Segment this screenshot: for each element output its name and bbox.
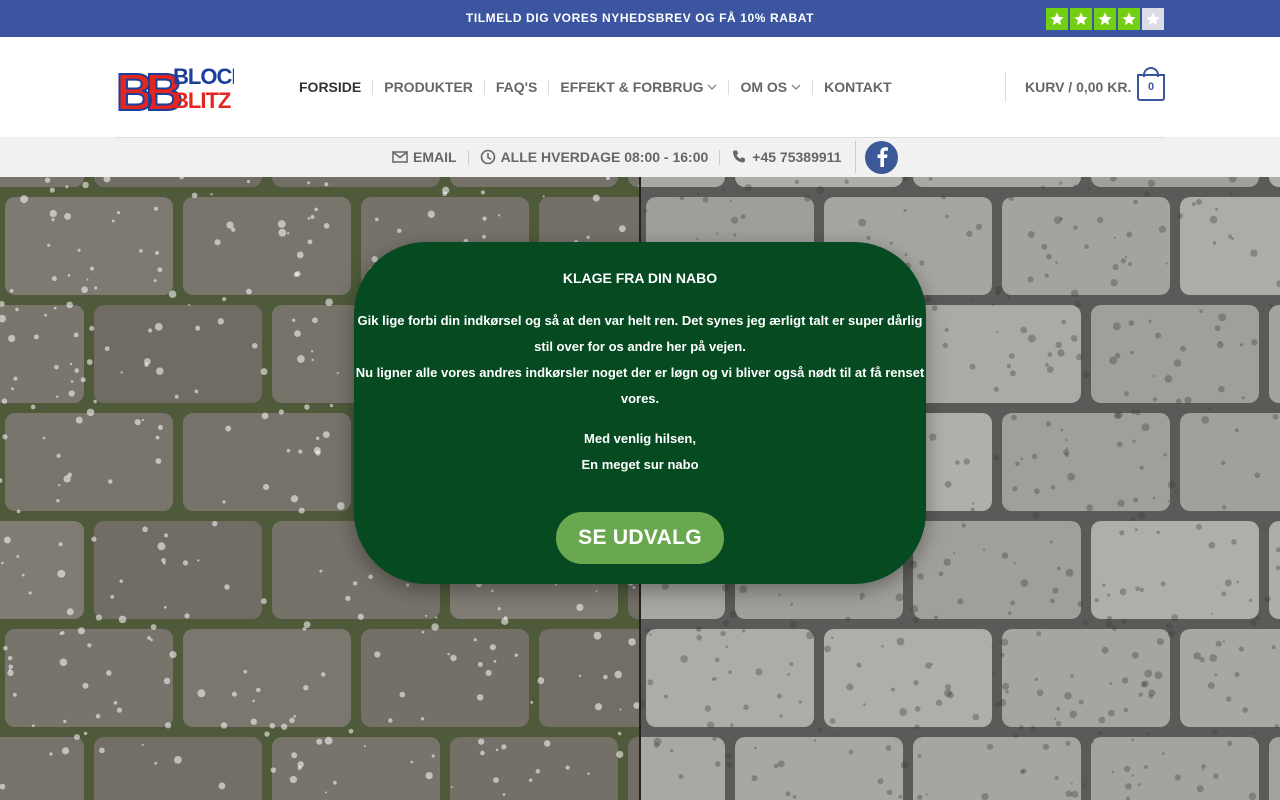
phone-icon (733, 150, 746, 163)
popup-message-line: Nu ligner alle vores andres indkørsler n… (355, 365, 925, 380)
cart-link[interactable]: KURV / 0,00 KR. (1025, 37, 1131, 137)
star-empty-icon (1142, 8, 1164, 30)
popup-message-line: vores. (620, 391, 660, 406)
email-link[interactable]: EMAIL (392, 149, 457, 165)
nav-divider (812, 79, 814, 95)
chevron-down-icon (791, 84, 801, 90)
envelope-icon (392, 151, 408, 163)
nav-item-label: EFFEKT & FORBRUG (560, 79, 704, 95)
email-label: EMAIL (413, 149, 457, 165)
nav-item-produkter[interactable]: PRODUKTER (384, 79, 473, 95)
nav-divider (728, 79, 730, 95)
neighbor-complaint-box: KLAGE FRA DIN NABO Gik lige forbi din in… (354, 242, 926, 584)
blockblitz-logo[interactable]: BB BLOCK BLITZ (115, 60, 248, 123)
phone-label: +45 75389911 (752, 149, 842, 165)
nav-divider (548, 79, 550, 95)
facebook-button[interactable] (865, 140, 899, 174)
info-divider (719, 149, 721, 165)
star-icon (1094, 8, 1116, 30)
signature-line: Med venlig hilsen, (584, 431, 696, 446)
nav-divider (483, 79, 485, 95)
popup-message-line: stil over for os andre her på vejen. (534, 339, 746, 354)
nav-divider (372, 79, 374, 95)
nav-item-effekt-forbrug[interactable]: EFFEKT & FORBRUG (560, 79, 717, 95)
popup-message-line: Gik lige forbi din indkørsel og så at de… (357, 313, 923, 328)
svg-text:BLITZ: BLITZ (173, 88, 231, 113)
trustpilot-rating[interactable] (1046, 8, 1164, 30)
popup-signature: Med venlig hilsen, En meget sur nabo (354, 426, 926, 478)
info-divider (855, 141, 857, 173)
nav-item-om-os[interactable]: OM OS (740, 79, 801, 95)
main-nav: FORSIDE PRODUKTER FAQ'S EFFEKT & FORBRUG… (299, 37, 892, 137)
header-divider-vertical (1005, 72, 1006, 102)
signature-line: En meget sur nabo (581, 457, 699, 472)
site-header: BB BLOCK BLITZ FORSIDE PRODUKTER FAQ'S E… (0, 37, 1280, 137)
info-divider (467, 149, 469, 165)
contact-bar: EMAIL ALLE HVERDAGE 08:00 - 16:00 +45 75… (0, 137, 1280, 177)
popup-message: Gik lige forbi din indkørsel og så at de… (354, 308, 926, 412)
facebook-icon (877, 147, 888, 167)
nav-item-forside[interactable]: FORSIDE (299, 79, 361, 95)
phone-link[interactable]: +45 75389911 (731, 149, 841, 165)
newsletter-bar: TILMELD DIG VORES NYHEDSBREV OG FÅ 10% R… (0, 0, 1280, 37)
cart-count-badge[interactable]: 0 (1137, 74, 1165, 101)
star-icon (1118, 8, 1140, 30)
nav-item-label: OM OS (740, 79, 788, 95)
opening-hours: ALLE HVERDAGE 08:00 - 16:00 (480, 149, 709, 165)
nav-item-faq[interactable]: FAQ'S (496, 79, 537, 95)
hours-label: ALLE HVERDAGE 08:00 - 16:00 (500, 149, 709, 165)
clock-icon (480, 149, 495, 165)
svg-text:BLOCK: BLOCK (173, 64, 234, 89)
star-icon (1070, 8, 1092, 30)
star-icon (1046, 8, 1068, 30)
nav-item-kontakt[interactable]: KONTAKT (824, 79, 891, 95)
popup-title: KLAGE FRA DIN NABO (562, 270, 718, 286)
svg-text:BB: BB (116, 64, 182, 115)
chevron-down-icon (707, 84, 717, 90)
se-udvalg-button[interactable]: SE UDVALG (556, 512, 724, 564)
hero-banner: KLAGE FRA DIN NABO Gik lige forbi din in… (0, 177, 1280, 800)
header-bottom-border (115, 137, 1165, 138)
